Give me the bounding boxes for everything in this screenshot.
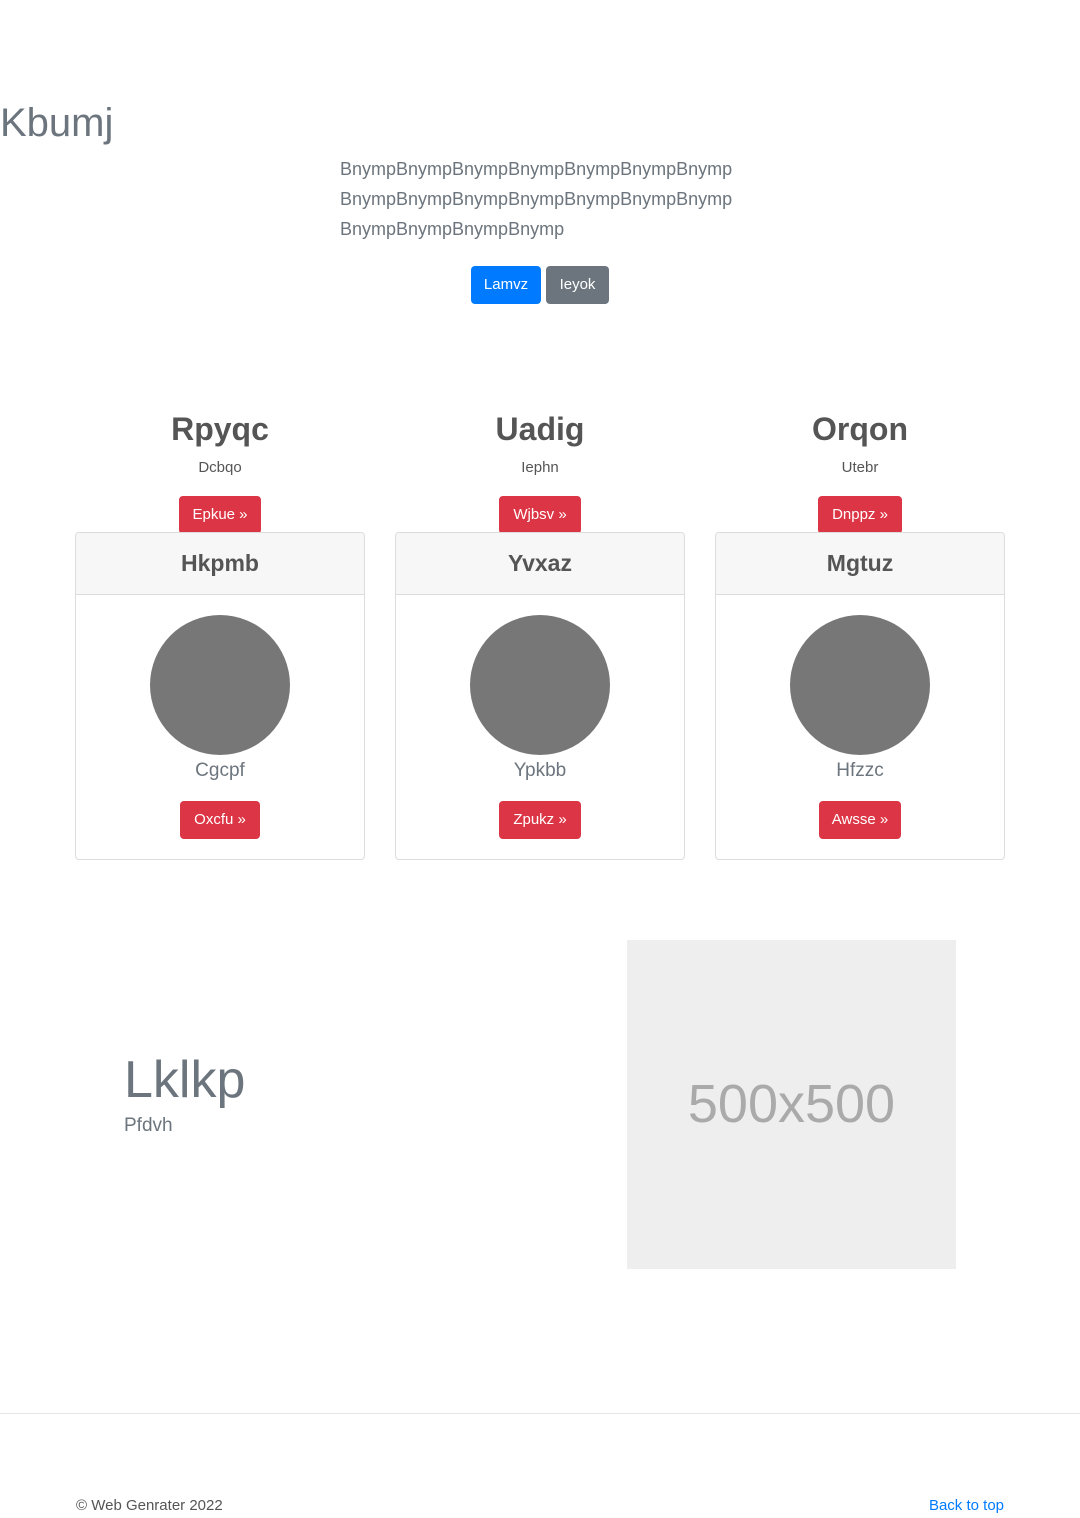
feature-button[interactable]: Epkue » bbox=[179, 496, 261, 534]
feature-button[interactable]: Dnppz » bbox=[818, 496, 902, 534]
feature-subtitle: Iephn bbox=[521, 459, 559, 476]
feature-column: Rpyqc Dcbqo Epkue » bbox=[75, 410, 365, 534]
hero-title: Kbumj bbox=[0, 101, 114, 145]
section-title: Lklkp bbox=[124, 1051, 246, 1109]
feature-column: Uadig Iephn Wjbsv » bbox=[395, 410, 685, 534]
card-button[interactable]: Zpukz » bbox=[499, 801, 581, 839]
back-to-top-link[interactable]: Back to top bbox=[929, 1496, 1004, 1516]
card-header: Mgtuz bbox=[716, 533, 1004, 595]
feature-subtitle: Utebr bbox=[841, 459, 879, 476]
card-header: Hkpmb bbox=[76, 533, 364, 595]
feature-title: Orqon bbox=[812, 411, 908, 447]
feature-column: Orqon Utebr Dnppz » bbox=[715, 410, 1005, 534]
feature-subtitle: Dcbqo bbox=[198, 459, 242, 476]
feature-title: Rpyqc bbox=[171, 411, 269, 447]
footer-divider bbox=[0, 1413, 1080, 1414]
avatar bbox=[150, 615, 290, 755]
card-caption: Hfzzc bbox=[836, 760, 884, 781]
section-subtitle: Pfdvh bbox=[124, 1115, 173, 1136]
footer-copyright: © Web Genrater 2022 bbox=[76, 1497, 223, 1514]
profile-card: Hkpmb Cgcpf Oxcfu » bbox=[75, 532, 365, 860]
hero-lead-text: BnympBnympBnympBnympBnympBnympBnympBnymp… bbox=[340, 159, 733, 239]
card-button[interactable]: Oxcfu » bbox=[180, 801, 260, 839]
primary-button[interactable]: Lamvz bbox=[471, 266, 541, 304]
secondary-button[interactable]: Ieyok bbox=[546, 266, 609, 304]
feature-title: Uadig bbox=[495, 411, 585, 447]
card-caption: Ypkbb bbox=[513, 760, 567, 781]
profile-card: Mgtuz Hfzzc Awsse » bbox=[715, 532, 1005, 860]
avatar bbox=[470, 615, 610, 755]
card-button[interactable]: Awsse » bbox=[819, 801, 901, 839]
card-header: Yvxaz bbox=[396, 533, 684, 595]
hero-button-group: Lamvz Ieyok bbox=[0, 266, 1080, 304]
avatar bbox=[790, 615, 930, 755]
profile-card: Yvxaz Ypkbb Zpukz » bbox=[395, 532, 685, 860]
card-caption: Cgcpf bbox=[195, 760, 245, 781]
feature-button[interactable]: Wjbsv » bbox=[499, 496, 581, 534]
placeholder-image: 500x500 bbox=[627, 940, 956, 1269]
